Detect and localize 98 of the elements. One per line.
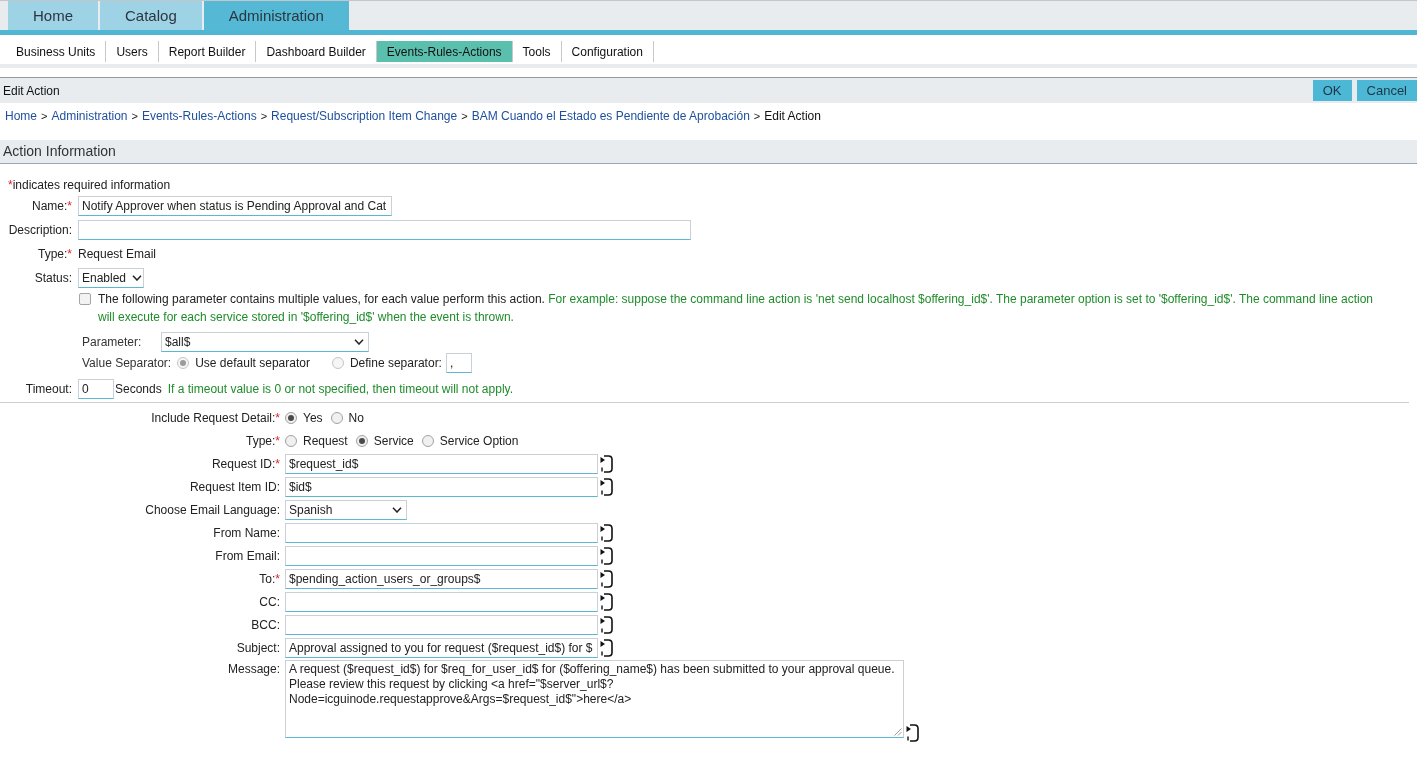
field-label: Parameter:: [82, 335, 143, 349]
type-value: Request Email: [78, 247, 157, 261]
breadcrumb-link[interactable]: Administration: [51, 109, 128, 123]
field-label: Request ID:: [211, 455, 276, 473]
required-asterisk: *: [275, 570, 280, 588]
option-label: Request: [303, 433, 348, 448]
field-label: From Name:: [213, 524, 280, 542]
separator-field[interactable]: ,: [445, 353, 472, 373]
bracket-arrow-icon[interactable]: [600, 454, 613, 473]
breadcrumb-separator: >: [260, 110, 268, 122]
page-title: Edit Action: [3, 83, 60, 98]
bracket-arrow-icon[interactable]: [600, 523, 613, 542]
required-asterisk: *: [8, 178, 13, 192]
nav-tab[interactable]: Configuration: [561, 41, 654, 62]
nav-tab[interactable]: Dashboard Builder: [256, 41, 377, 62]
nav-tab[interactable]: Business Units: [6, 41, 107, 62]
timeout-field[interactable]: 0: [78, 379, 114, 399]
option-label: Service: [373, 433, 414, 448]
field-label: Type:: [37, 247, 68, 261]
radio-button[interactable]: [330, 411, 343, 424]
status-select[interactable]: Enabled: [78, 268, 144, 288]
field-label: Value Separator:: [82, 356, 172, 370]
bracket-arrow-icon[interactable]: [600, 615, 613, 634]
breadcrumb-link[interactable]: Request/Subscription Item Change: [271, 109, 458, 123]
input-field[interactable]: [285, 614, 598, 635]
chevron-down-icon: [392, 506, 402, 513]
radio-button[interactable]: [421, 434, 434, 447]
chevron-down-icon: [354, 339, 364, 345]
required-asterisk: *: [275, 409, 280, 427]
field-label: Message:: [227, 661, 280, 678]
option-label: Use default separator: [195, 356, 310, 370]
field-label: Name:: [32, 199, 68, 213]
breadcrumb-separator: >: [131, 110, 138, 122]
field-label: Include Request Detail:: [151, 409, 276, 427]
bracket-arrow-icon[interactable]: [600, 638, 613, 657]
breadcrumb-link[interactable]: Home: [5, 109, 37, 123]
field-label: CC:: [259, 593, 280, 611]
timeout-note: If a timeout value is 0 or not specified, then timeout will not apply.: [167, 382, 513, 396]
checkbox[interactable]: [79, 293, 91, 305]
language-select[interactable]: Spanish: [285, 499, 407, 520]
resize-grip-icon: [894, 728, 902, 736]
radio-button[interactable]: [355, 434, 368, 447]
top-tab[interactable]: Home: [8, 1, 98, 30]
input-field[interactable]: $pending_action_users_or_groups$: [285, 568, 598, 589]
bracket-arrow-icon[interactable]: [906, 724, 919, 742]
required-asterisk: *: [67, 199, 72, 213]
name-field[interactable]: Notify Approver when status is Pending Approval and Cat: [78, 196, 392, 216]
radio-button[interactable]: [285, 411, 297, 424]
input-field[interactable]: $request_id$: [285, 453, 598, 474]
input-field[interactable]: [285, 545, 598, 566]
required-asterisk: *: [275, 432, 280, 450]
required-note: indicates required information: [12, 178, 171, 192]
field-label: Timeout:: [25, 382, 72, 396]
top-tab[interactable]: Administration: [203, 1, 349, 30]
field-label: From Email:: [215, 547, 280, 565]
section-header: Action Information: [0, 140, 1417, 164]
radio-button[interactable]: [285, 434, 297, 447]
breadcrumb-separator: >: [753, 110, 761, 122]
input-field[interactable]: [285, 591, 598, 612]
multi-value-description: The following parameter contains multiple values, for each value perform this action. For example: suppose the command line action is 'net send localhost $offering_id$'. The parameter option is set to '$offering_id$'. The command line action will execute for each service stored in '$offering_id$' when the event is thrown.: [98, 291, 1374, 326]
unit-label: Seconds: [115, 382, 162, 396]
top-tab[interactable]: Catalog: [100, 1, 202, 30]
option-label: No: [348, 410, 364, 425]
field-label: Request Item ID:: [189, 478, 280, 496]
option-label: Service Option: [439, 433, 519, 448]
nav-tab[interactable]: Report Builder: [158, 41, 257, 62]
bracket-arrow-icon[interactable]: [600, 569, 613, 588]
field-label: Subject:: [236, 639, 280, 657]
option-label: Define separator:: [349, 356, 442, 370]
nav-tab[interactable]: Tools: [512, 41, 562, 62]
input-field[interactable]: Approval assigned to you for request ($request_id$) for $: [285, 637, 598, 658]
description-field[interactable]: [78, 220, 691, 240]
field-label: Type:: [245, 432, 276, 450]
field-label: Description:: [8, 223, 72, 237]
bracket-arrow-icon[interactable]: [600, 592, 613, 611]
input-field[interactable]: $id$: [285, 476, 598, 497]
bracket-arrow-icon[interactable]: [600, 477, 613, 496]
nav-tab[interactable]: Users: [106, 41, 159, 62]
chevron-down-icon: [132, 275, 143, 281]
breadcrumb-link[interactable]: Events-Rules-Actions: [141, 109, 257, 123]
ok-button[interactable]: OK: [1312, 80, 1352, 101]
cancel-button[interactable]: Cancel: [1356, 80, 1417, 101]
field-label: Choose Email Language:: [145, 501, 280, 519]
nav-tab[interactable]: Events-Rules-Actions: [376, 41, 513, 62]
field-label: To:: [259, 570, 276, 588]
breadcrumb-current: Edit Action: [764, 109, 821, 123]
breadcrumb-separator: >: [461, 110, 468, 122]
field-label: BCC:: [251, 616, 280, 634]
breadcrumb-separator: >: [41, 110, 48, 122]
field-label: Status:: [34, 271, 72, 285]
required-asterisk: *: [67, 247, 72, 261]
breadcrumb-link[interactable]: BAM Cuando el Estado es Pendiente de Aprobación: [471, 109, 750, 123]
message-field[interactable]: A request ($request_id$) for $req_for_user_id$ for ($offering_name$) has been submitted to your approval queue. Please review this request by clicking <a href="$server_url$?Node=icguinode.requestapprove&Args=$request_id$">here</a>: [285, 660, 904, 738]
option-label: Yes: [303, 410, 323, 425]
required-asterisk: *: [275, 455, 280, 473]
input-field[interactable]: [285, 522, 598, 543]
parameter-select[interactable]: $all$: [161, 332, 369, 352]
bracket-arrow-icon[interactable]: [600, 546, 613, 565]
